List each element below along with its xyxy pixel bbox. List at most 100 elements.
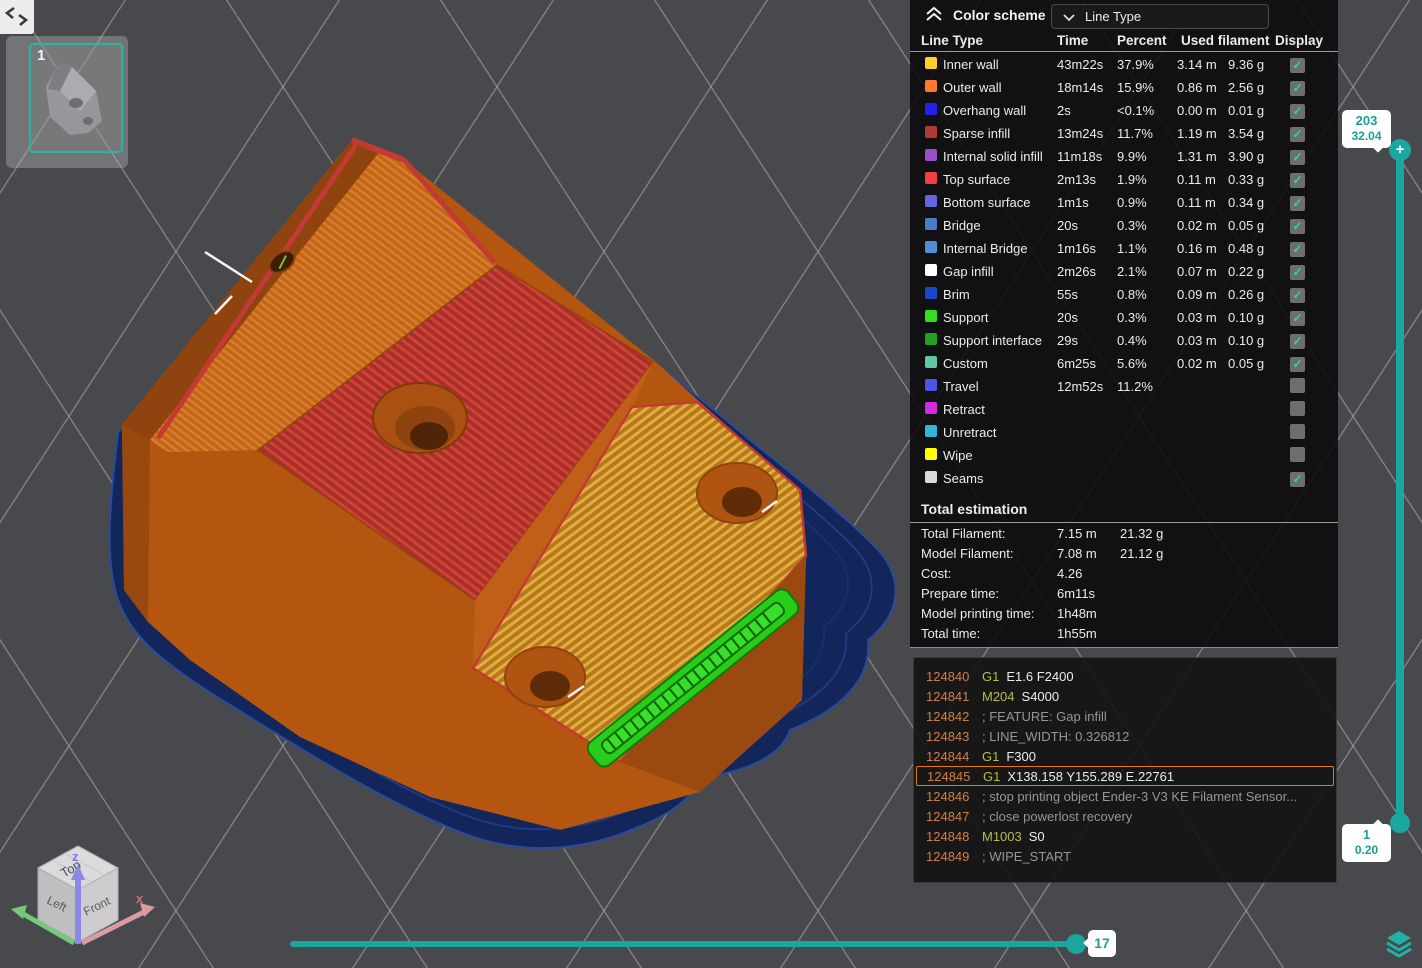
gcode-args: S0 bbox=[1028, 828, 1045, 844]
line-type-color-chip bbox=[925, 310, 937, 322]
gcode-command: M204 bbox=[982, 688, 1015, 704]
legend-row-gap-infill: Gap infill 2m26s 2.1% 0.07 m 0.22 g ✓ bbox=[910, 260, 1338, 283]
display-checkbox[interactable]: ✓ bbox=[1290, 57, 1305, 73]
estimation-label: Prepare time: bbox=[921, 585, 1000, 601]
gcode-line-124845[interactable]: 124845 G1 X138.158 Y155.289 E.22761 bbox=[916, 766, 1334, 786]
legend-row-support: Support 20s 0.3% 0.03 m 0.10 g ✓ bbox=[910, 306, 1338, 329]
line-type-used-m: 0.09 m bbox=[1177, 287, 1217, 302]
display-checkbox[interactable]: ✓ bbox=[1290, 333, 1305, 349]
legend-row-bottom-surface: Bottom surface 1m1s 0.9% 0.11 m 0.34 g ✓ bbox=[910, 191, 1338, 214]
line-type-color-chip bbox=[925, 379, 937, 391]
line-type-used-g: 0.05 g bbox=[1228, 356, 1265, 371]
plate-thumbnail-panel[interactable]: 1 bbox=[6, 36, 128, 168]
legend-panel: Color scheme Line Type Line Type Time Pe… bbox=[910, 0, 1338, 648]
gcode-line-124841[interactable]: 124841 M204 S4000 bbox=[916, 686, 1334, 706]
color-scheme-select[interactable]: Line Type bbox=[1051, 4, 1269, 29]
line-type-percent: 15.9% bbox=[1117, 80, 1154, 95]
line-type-label: Internal Bridge bbox=[943, 241, 1028, 256]
legend-row-unretract: Unretract bbox=[910, 421, 1338, 444]
plate-thumbnail[interactable]: 1 bbox=[29, 43, 123, 153]
gcode-line-124846[interactable]: 124846 ; stop printing object Ender-3 V3… bbox=[916, 786, 1334, 806]
estimation-label: Total time: bbox=[921, 625, 981, 641]
col-time: Time bbox=[1057, 33, 1089, 48]
gcode-window-toggle-button[interactable] bbox=[0, 0, 34, 34]
gcode-line-124844[interactable]: 124844 G1 F300 bbox=[916, 746, 1334, 766]
display-checkbox[interactable] bbox=[1290, 446, 1305, 462]
gcode-line-number: 124847 bbox=[926, 808, 970, 824]
line-type-used-m: 1.19 m bbox=[1177, 126, 1217, 141]
panel-title: Color scheme bbox=[953, 7, 1046, 23]
estimation-value-1: 4.26 bbox=[1057, 565, 1083, 581]
gcode-line-124843[interactable]: 124843 ; LINE_WIDTH: 0.326812 bbox=[916, 726, 1334, 746]
gcode-command: M1003 bbox=[982, 828, 1022, 844]
gcode-line-number: 124843 bbox=[926, 728, 970, 744]
line-type-time: 55s bbox=[1057, 287, 1078, 302]
gcode-command: G1 bbox=[983, 768, 1001, 784]
display-checkbox[interactable] bbox=[1290, 377, 1305, 393]
code-angle-brackets-icon bbox=[4, 6, 29, 26]
line-type-percent: 0.3% bbox=[1117, 310, 1147, 325]
line-type-used-m: 0.02 m bbox=[1177, 356, 1217, 371]
line-type-label: Outer wall bbox=[943, 80, 1002, 95]
line-type-label: Sparse infill bbox=[943, 126, 1011, 141]
display-checkbox[interactable]: ✓ bbox=[1290, 264, 1305, 280]
gcode-line-124849[interactable]: 124849 ; WIPE_START bbox=[916, 846, 1334, 866]
line-type-percent: 9.9% bbox=[1117, 149, 1147, 164]
collapse-panel-button[interactable] bbox=[923, 5, 945, 25]
line-type-used-m: 0.16 m bbox=[1177, 241, 1217, 256]
layer-slider-bottom-handle[interactable] bbox=[1390, 813, 1410, 833]
model-left-wall bbox=[122, 425, 150, 622]
total-estimation-row: Total time: 1h55m bbox=[910, 623, 1338, 643]
move-slider-handle[interactable] bbox=[1066, 934, 1086, 954]
nav-cube[interactable]: Top Left Front z x bbox=[11, 845, 155, 946]
display-checkbox[interactable]: ✓ bbox=[1290, 149, 1305, 165]
display-checkbox[interactable]: ✓ bbox=[1290, 195, 1305, 211]
line-type-used-m: 3.14 m bbox=[1177, 57, 1217, 72]
gcode-line-124848[interactable]: 124848 M1003 S0 bbox=[916, 826, 1334, 846]
display-checkbox[interactable]: ✓ bbox=[1290, 172, 1305, 188]
printed-model[interactable] bbox=[108, 137, 897, 850]
viewport[interactable]: Top Left Front z x 1 Color scheme Line T… bbox=[0, 0, 1422, 968]
line-type-used-g: 0.26 g bbox=[1228, 287, 1265, 302]
estimation-value-2: 21.32 g bbox=[1120, 525, 1164, 541]
display-checkbox[interactable]: ✓ bbox=[1290, 80, 1305, 96]
display-checkbox[interactable]: ✓ bbox=[1290, 287, 1305, 303]
line-type-color-chip bbox=[925, 126, 937, 138]
display-checkbox[interactable]: ✓ bbox=[1290, 241, 1305, 257]
bottom-layer-height: 0.20 bbox=[1354, 843, 1379, 857]
gcode-line-124840[interactable]: 124840 G1 E1.6 F2400 bbox=[916, 666, 1334, 686]
legend-row-brim: Brim 55s 0.8% 0.09 m 0.26 g ✓ bbox=[910, 283, 1338, 306]
total-estimation-title: Total estimation bbox=[921, 501, 1028, 517]
total-estimation-section: Total estimation Total Filament: 7.15 m … bbox=[910, 498, 1338, 643]
gcode-line-124842[interactable]: 124842 ; FEATURE: Gap infill bbox=[916, 706, 1334, 726]
gcode-args: X138.158 Y155.289 E.22761 bbox=[1007, 768, 1175, 784]
line-type-used-g: 3.90 g bbox=[1228, 149, 1265, 164]
line-type-time: 1m1s bbox=[1057, 195, 1089, 210]
layer-slider-top-handle[interactable]: + bbox=[1389, 139, 1411, 161]
estimation-value-2: 21.12 g bbox=[1120, 545, 1164, 561]
layers-view-button[interactable] bbox=[1384, 928, 1414, 958]
display-checkbox[interactable]: ✓ bbox=[1290, 218, 1305, 234]
gcode-line-124847[interactable]: 124847 ; close powerlost recovery bbox=[916, 806, 1334, 826]
line-type-label: Seams bbox=[943, 471, 984, 486]
gcode-line-number: 124849 bbox=[926, 848, 970, 864]
line-type-label: Travel bbox=[943, 379, 979, 394]
legend-row-sparse-infill: Sparse infill 13m24s 11.7% 1.19 m 3.54 g… bbox=[910, 122, 1338, 145]
legend-row-seams: Seams ✓ bbox=[910, 467, 1338, 490]
layer-slider-top-tooltip: 203 32.04 bbox=[1342, 110, 1391, 148]
display-checkbox[interactable]: ✓ bbox=[1290, 356, 1305, 372]
display-checkbox[interactable] bbox=[1290, 400, 1305, 416]
move-slider-track[interactable] bbox=[290, 941, 1078, 947]
display-checkbox[interactable]: ✓ bbox=[1290, 126, 1305, 142]
line-type-label: Support interface bbox=[943, 333, 1043, 348]
display-checkbox[interactable] bbox=[1290, 423, 1305, 439]
display-checkbox[interactable]: ✓ bbox=[1290, 310, 1305, 326]
display-checkbox[interactable]: ✓ bbox=[1290, 103, 1305, 119]
line-type-used-m: 0.11 m bbox=[1177, 195, 1216, 210]
display-checkbox[interactable]: ✓ bbox=[1290, 471, 1305, 487]
line-type-used-g: 0.34 g bbox=[1228, 195, 1265, 210]
gcode-panel[interactable]: 124840 G1 E1.6 F2400 124841 M204 S4000 1… bbox=[913, 657, 1337, 883]
line-type-label: Inner wall bbox=[943, 57, 999, 72]
layer-slider-track[interactable] bbox=[1396, 150, 1404, 822]
estimation-label: Model printing time: bbox=[921, 605, 1035, 621]
